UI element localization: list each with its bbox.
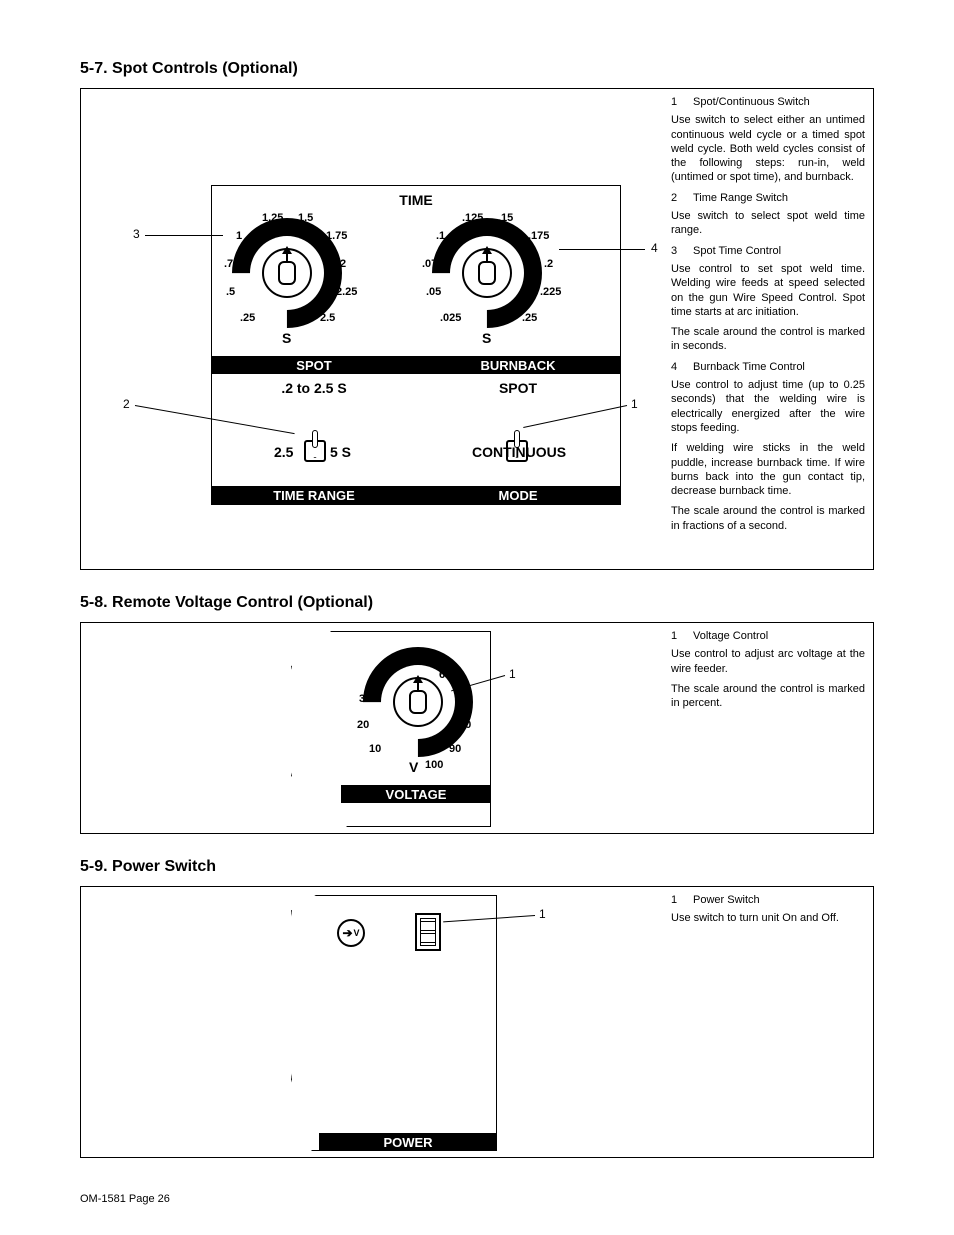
burnback-time-dial[interactable] — [456, 242, 518, 304]
label-4: 4 Burnback Time Control — [671, 360, 865, 374]
voltage-unit: V — [409, 759, 418, 775]
power-rocker-switch[interactable] — [415, 913, 441, 951]
text-col-5-9: 1 Power Switch Use switch to turn unit O… — [663, 887, 873, 1157]
time-range-switch[interactable] — [304, 440, 326, 462]
section-body-5-8: 10 20 30 40 50 60 70 80 90 100 V VOLTAGE… — [80, 622, 874, 834]
label-3: 3 Spot Time Control — [671, 244, 865, 258]
text-col-5-7: 1 Spot/Continuous Switch Use switch to s… — [663, 89, 873, 569]
label-1: 1 Spot/Continuous Switch — [671, 95, 865, 109]
text-col-5-8: 1 Voltage Control Use control to adjust … — [663, 623, 873, 833]
section-body-5-9: ➔V POWER 1 1 Power Switch Use switch to … — [80, 886, 874, 1158]
voltage-panel: 10 20 30 40 50 60 70 80 90 100 V VOLTAGE — [291, 631, 491, 827]
bar-voltage: VOLTAGE — [341, 785, 491, 803]
section-spot-controls: 5-7. Spot Controls (Optional) TIME .25 .… — [80, 60, 874, 570]
page-footer: OM-1581 Page 26 — [80, 1193, 170, 1205]
heading-5-9: 5-9. Power Switch — [80, 858, 874, 876]
section-remote-voltage: 5-8. Remote Voltage Control (Optional) 1… — [80, 594, 874, 834]
heading-5-7: 5-7. Spot Controls (Optional) — [80, 60, 874, 78]
time-label: TIME — [212, 192, 620, 208]
label-1-58: 1 Voltage Control — [671, 629, 865, 643]
label-2: 2 Time Range Switch — [671, 191, 865, 205]
section-power-switch: 5-9. Power Switch ➔V POWER 1 — [80, 858, 874, 1158]
spot-unit: S — [282, 330, 291, 346]
diagram-5-7: TIME .25 .5 .75 1 1.25 1.5 1.75 2 2. — [81, 89, 663, 569]
diagram-5-8: 10 20 30 40 50 60 70 80 90 100 V VOLTAGE… — [81, 623, 663, 833]
control-panel-5-7: TIME .25 .5 .75 1 1.25 1.5 1.75 2 2. — [211, 185, 621, 505]
bar-timerange-mode: TIME RANGE MODE — [212, 486, 620, 504]
heading-5-8: 5-8. Remote Voltage Control (Optional) — [80, 594, 874, 612]
bar-power: POWER — [319, 1133, 497, 1151]
spot-time-dial[interactable] — [256, 242, 318, 304]
burnback-unit: S — [482, 330, 491, 346]
diagram-5-9: ➔V POWER 1 — [81, 887, 663, 1157]
power-panel: ➔V POWER — [291, 895, 497, 1151]
bar-spot-burnback: SPOT BURNBACK — [212, 356, 620, 374]
section-body-5-7: TIME .25 .5 .75 1 1.25 1.5 1.75 2 2. — [80, 88, 874, 570]
voltage-jack-icon: ➔V — [337, 919, 365, 947]
label-1-59: 1 Power Switch — [671, 893, 865, 907]
